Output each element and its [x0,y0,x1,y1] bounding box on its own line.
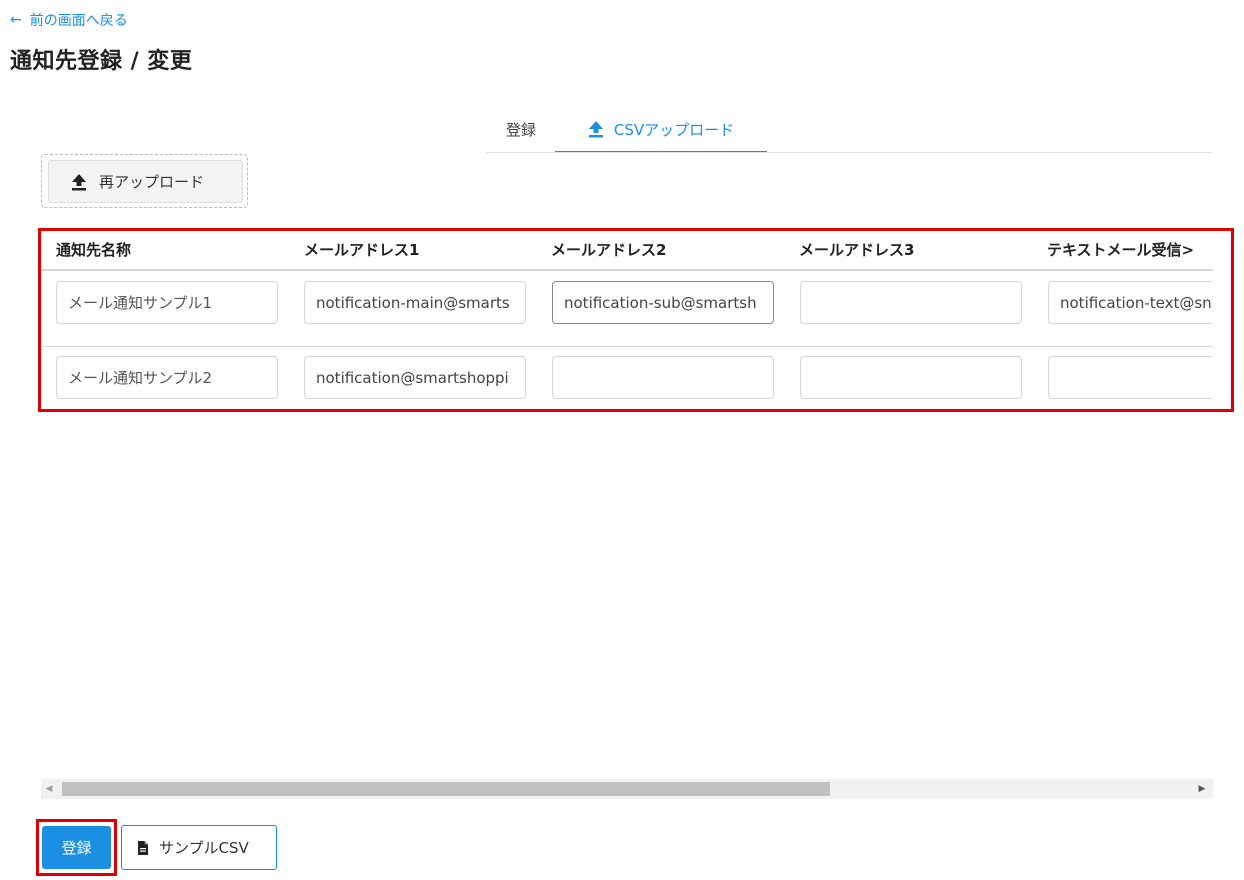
page-title: 通知先登録 / 変更 [10,49,193,74]
reupload-button-label: 再アップロード [99,173,205,191]
tab-csv-upload-label: CSVアップロード [613,121,735,139]
table-highlight-frame [38,228,1234,412]
tab-register-label: 登録 [505,121,536,139]
upload-icon [72,173,86,190]
arrow-left-icon: ← [10,12,22,28]
reupload-button[interactable]: 再アップロード [48,160,243,203]
file-icon [138,840,148,855]
scroll-left-icon[interactable]: ◀ [44,784,54,794]
scroll-right-icon[interactable]: ▶ [1197,784,1207,794]
sample-csv-button-label: サンプルCSV [159,839,249,857]
tab-register[interactable]: 登録 [487,116,555,153]
scrollbar-thumb[interactable] [62,782,830,796]
tab-csv-upload[interactable]: CSVアップロード [555,116,767,153]
back-link[interactable]: ← 前の画面へ戻る [10,10,128,30]
back-link-label: 前の画面へ戻る [29,13,128,29]
sample-csv-button[interactable]: サンプルCSV [121,825,277,870]
register-button[interactable]: 登録 [42,826,111,869]
register-button-label: 登録 [61,839,92,857]
upload-icon [588,121,603,138]
tabs-divider [486,152,1212,153]
